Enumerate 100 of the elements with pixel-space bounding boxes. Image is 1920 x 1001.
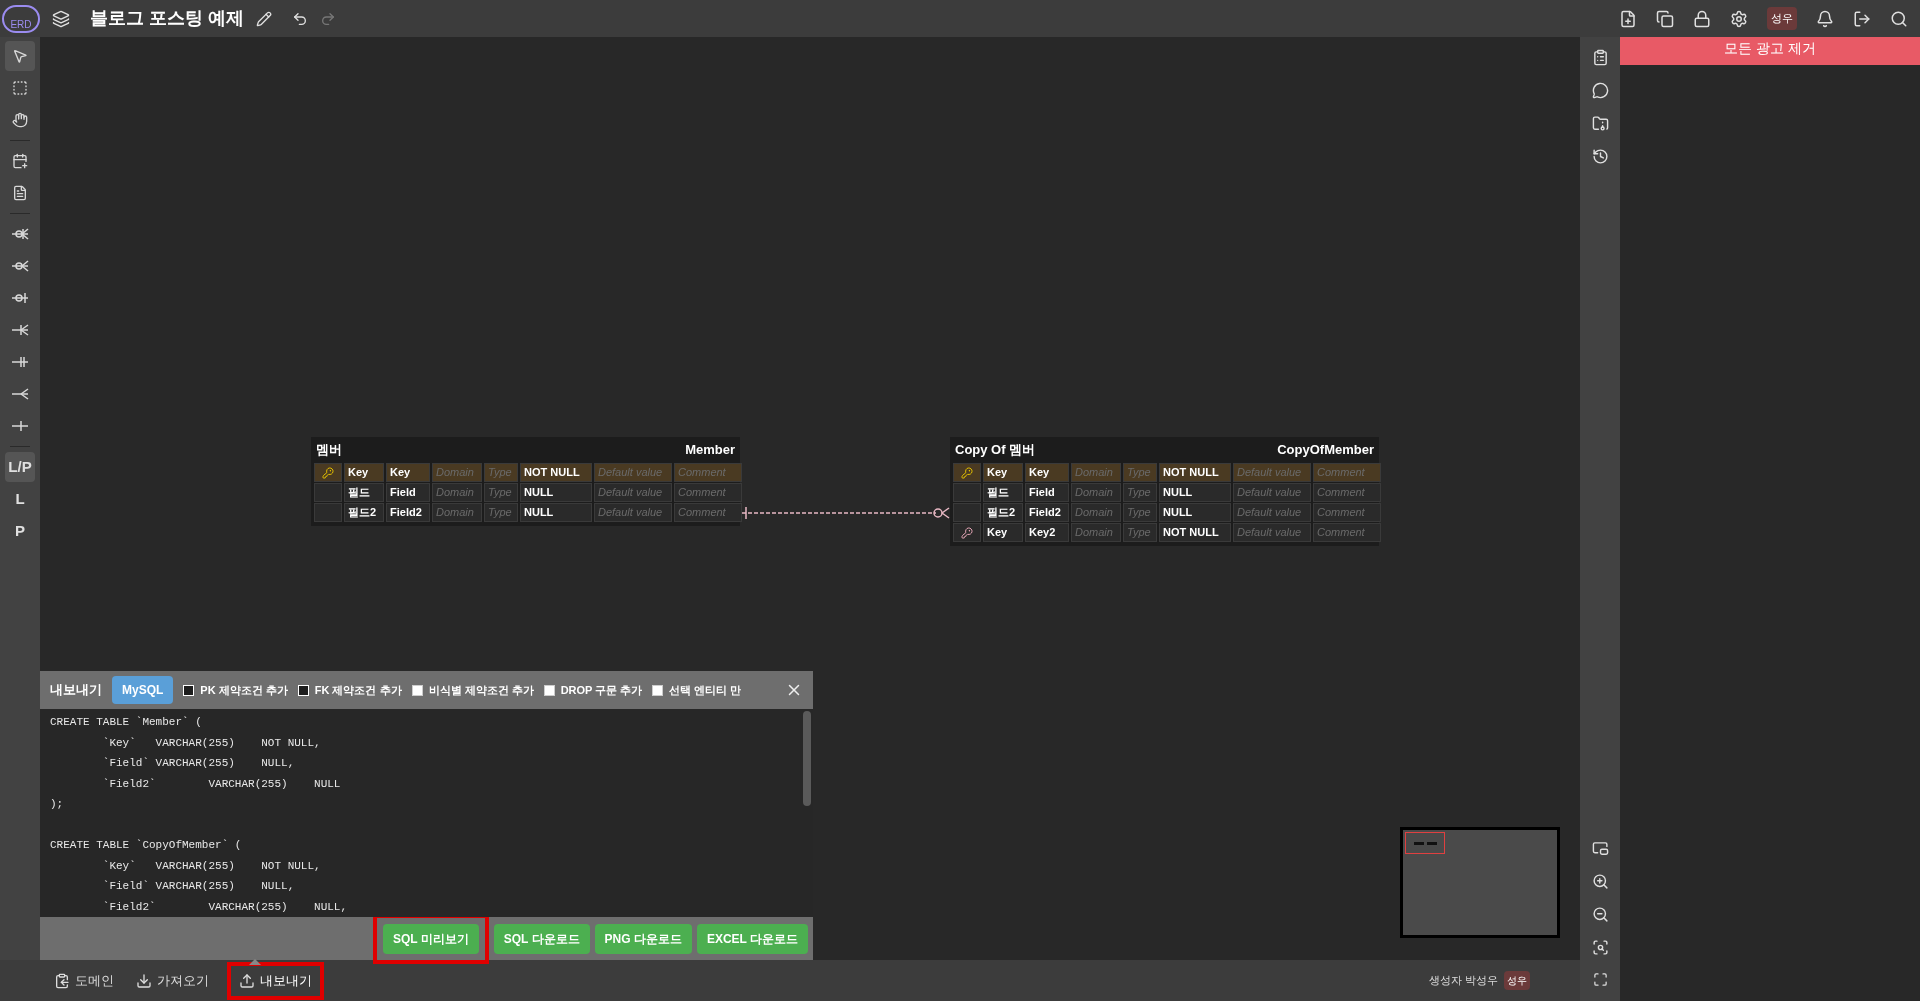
layers-icon[interactable] (52, 9, 70, 28)
export-button[interactable]: PNG 다운로드 (594, 923, 692, 954)
notation-tool[interactable]: L/P (5, 452, 35, 482)
entity-table[interactable] (950, 437, 1379, 546)
undo-icon[interactable] (292, 10, 308, 27)
settings-icon[interactable] (1730, 9, 1748, 28)
relation-icon (11, 226, 29, 242)
relation-icon (11, 258, 29, 274)
null-cell: NOT NULL (1159, 523, 1231, 542)
checkbox[interactable] (411, 684, 423, 696)
logout-icon[interactable] (1853, 9, 1871, 28)
export-button[interactable]: SQL 미리보기 (382, 923, 479, 954)
notation-tool[interactable]: P (5, 516, 35, 546)
type-cell: Type (1123, 463, 1157, 482)
comment-cell: Comment (1313, 523, 1381, 542)
tool-button[interactable] (5, 41, 35, 71)
entity-logical-name: 멤버 (316, 441, 342, 460)
logical-name-cell: 필드 (983, 483, 1023, 502)
new-file-icon[interactable] (1619, 9, 1637, 28)
option-label[interactable]: DROP 구문 추가 (560, 681, 643, 699)
remove-ads-banner[interactable]: 모든 광고 제거 (1620, 37, 1920, 65)
logo[interactable]: ERD (2, 4, 40, 33)
domain-cell: Domain (1071, 523, 1121, 542)
domain-cell: Domain (432, 463, 482, 482)
default-value-cell: Default value (1233, 463, 1311, 482)
type-cell: Type (1123, 523, 1157, 542)
physical-name-cell: Field2 (386, 503, 430, 522)
domain-cell: Domain (432, 503, 482, 522)
export-button[interactable]: SQL 다운로드 (493, 923, 590, 954)
key-cell (314, 503, 342, 522)
bottom-tab[interactable]: 내보내기 (235, 965, 316, 996)
minimap-viewport[interactable] (1405, 832, 1445, 854)
bottom-tab[interactable]: 가져오기 (132, 965, 213, 996)
type-cell: Type (484, 483, 518, 502)
creator-label: 생성자 박성우 (1428, 973, 1498, 989)
export-button[interactable]: EXCEL 다운로드 (696, 923, 808, 954)
domain-cell: Domain (1071, 463, 1121, 482)
tab-icon (239, 972, 255, 989)
domain-cell: Domain (1071, 503, 1121, 522)
key-cell (314, 483, 342, 502)
lock-icon[interactable] (1693, 9, 1711, 28)
zoom-out-icon[interactable] (1591, 906, 1609, 923)
clipboard-icon[interactable] (1591, 49, 1609, 66)
dialect-button[interactable]: MySQL (112, 676, 174, 704)
default-value-cell: Default value (594, 483, 672, 502)
null-cell: NULL (520, 483, 592, 502)
primary-key-icon (322, 466, 334, 479)
physical-name-cell: Field2 (1025, 503, 1069, 522)
domain-cell: Domain (432, 483, 482, 502)
logical-name-cell: 필드2 (983, 503, 1023, 522)
relation-icon (11, 386, 29, 402)
tab-icon (136, 972, 152, 989)
physical-name-cell: Field (1025, 483, 1069, 502)
diagram-title[interactable]: 블로그 포스팅 예제 (90, 5, 244, 32)
option-label[interactable]: 비식별 제약조건 추가 (428, 681, 534, 699)
bell-icon[interactable] (1816, 9, 1834, 28)
entity-table[interactable]: 멤버 Member Key Key Domain Type NOT NULL Default value Comment 필드 Field Domain Type NULL Default value Comment 필드2 Field2 Domain Type NULL Default value Comment (311, 437, 740, 526)
logical-name-cell: 필드 (344, 483, 384, 502)
relationship-line[interactable] (740, 505, 950, 521)
checkbox[interactable] (652, 684, 664, 696)
physical-name-cell: Key2 (1025, 523, 1069, 542)
creator-avatar[interactable]: 성우 (1504, 971, 1530, 990)
fullscreen-icon[interactable] (1592, 972, 1608, 987)
option-label[interactable]: 선택 엔티티 만 (669, 681, 742, 699)
logical-name-cell: Key (344, 463, 384, 482)
option-label[interactable]: FK 제약조건 추가 (314, 681, 402, 699)
physical-name-cell: Key (1025, 463, 1069, 482)
logical-name-cell: Key (983, 523, 1023, 542)
physical-name-cell: Key (386, 463, 430, 482)
table-icon (12, 153, 28, 169)
notation-tool[interactable]: L (5, 484, 35, 514)
fit-icon[interactable] (1591, 939, 1609, 956)
checkbox[interactable] (543, 684, 555, 696)
history-icon[interactable] (1591, 148, 1609, 165)
key-cell (953, 483, 981, 502)
foreign-key-icon (961, 526, 973, 539)
edit-icon[interactable] (256, 10, 272, 27)
null-cell: NULL (520, 503, 592, 522)
search-icon[interactable] (1890, 9, 1908, 28)
tab-pointer-icon (249, 958, 261, 965)
bottom-tab[interactable]: 도메인 (50, 965, 118, 996)
comment-icon[interactable] (1591, 82, 1609, 99)
physical-name-cell: Field (386, 483, 430, 502)
null-cell: NOT NULL (1159, 463, 1231, 482)
copy-icon[interactable] (1656, 9, 1674, 28)
type-cell: Type (484, 503, 518, 522)
entity-logical-name: Copy Of 멤버 (955, 441, 1036, 460)
type-cell: Type (1123, 503, 1157, 522)
zoom-in-icon[interactable] (1591, 873, 1609, 890)
scrollbar[interactable] (803, 711, 811, 806)
user-avatar[interactable]: 성우 (1767, 7, 1797, 30)
option-label[interactable]: PK 제약조건 추가 (200, 681, 288, 699)
key-cell (953, 503, 981, 522)
redo-icon[interactable] (320, 10, 336, 27)
default-value-cell: Default value (594, 463, 672, 482)
panel-title: 내보내기 (50, 681, 102, 700)
default-value-cell: Default value (1233, 503, 1311, 522)
minimap-icon[interactable] (1591, 840, 1609, 857)
comment-cell: Comment (674, 503, 742, 522)
selection-icon (12, 80, 28, 96)
